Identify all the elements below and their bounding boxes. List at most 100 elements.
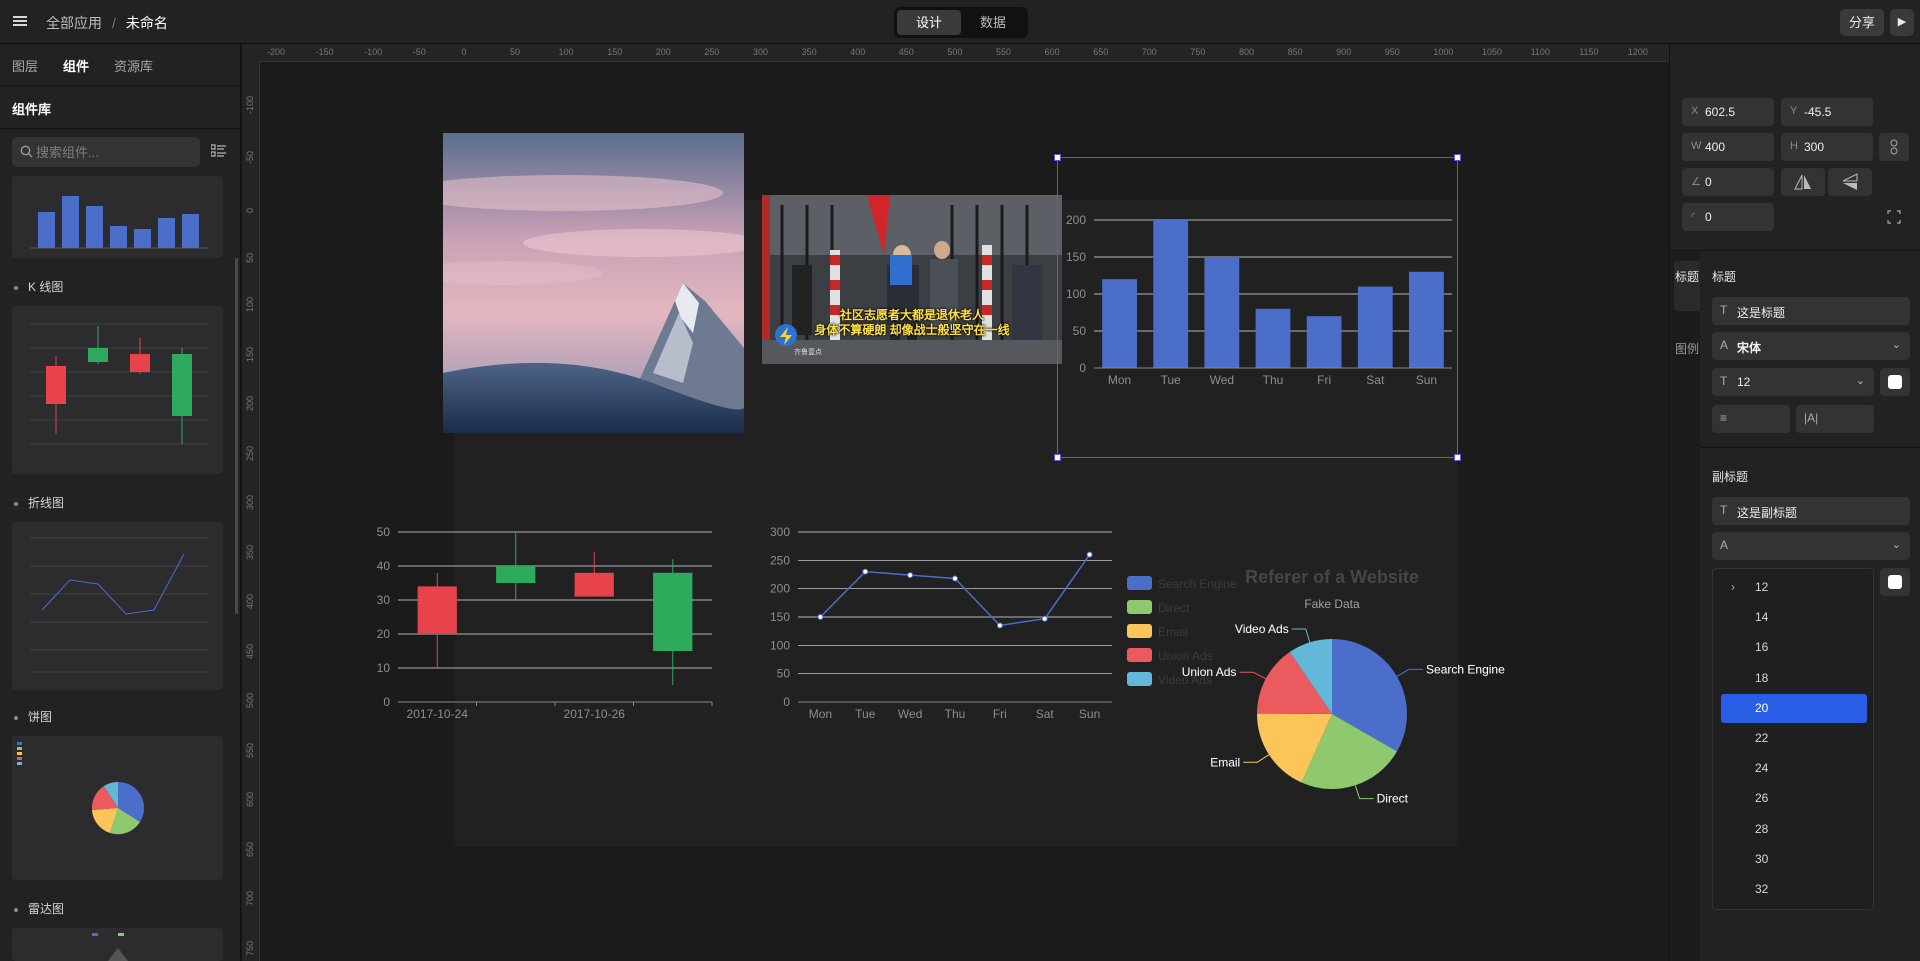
pie-chart[interactable]: Referer of a Website Fake Data Search Engi… [1122,504,1542,824]
ruler-left-label: 300 [245,494,255,510]
data-point [817,614,824,620]
font-size-option[interactable]: 14 [1721,603,1867,632]
letter-spacing-input[interactable]: |A| [1796,405,1874,433]
flip-horizontal-button[interactable] [1781,168,1825,196]
left-tabs: 图层 组件 资源库 [12,56,153,75]
resize-handle-bl[interactable] [1054,454,1061,461]
fullscreen-icon[interactable] [1879,203,1909,231]
ruler-top-label: 650 [1093,47,1109,57]
font-size-select[interactable]: T 12 ⌄ [1712,368,1874,396]
x-field[interactable]: X 602.5 [1682,98,1774,126]
h-field[interactable]: H 300 [1781,133,1873,161]
font-size-option[interactable]: 20 [1721,693,1867,723]
search-input[interactable] [36,142,194,162]
section-subtitle-heading: 副标题 [1712,470,1749,484]
subtitle-text-input[interactable]: T 这是副标题 [1712,497,1910,525]
font-size-option[interactable]: 32 [1721,875,1867,904]
radius-icon: ◜ [1691,211,1696,223]
ruler-left-label: 550 [245,742,255,758]
component-card-kline[interactable] [12,306,223,474]
y-tick-label: 250 [770,553,790,567]
component-card-pie[interactable] [12,736,223,880]
tab-layers[interactable]: 图层 [12,56,38,75]
mountain-photo[interactable] [443,133,744,433]
lock-ratio-icon[interactable] [1879,133,1909,161]
ruler-top-label: 1150 [1579,47,1599,57]
font-family-select[interactable]: A 宋体 ⌄ [1712,332,1910,360]
h-value[interactable]: 300 [1804,140,1824,154]
font-size-option[interactable]: 12 › [1721,573,1867,602]
play-icon[interactable]: ▶ [1890,9,1914,36]
radius-field[interactable]: ◜ 0 [1682,203,1774,231]
line-chart-thumbnail [30,537,208,673]
vtab-legend[interactable]: 图例 [1674,337,1700,377]
ruler-left-label: 100 [245,296,255,312]
news-photo[interactable]: 社区志愿者大都是退休老人 身体不算硬朗 却像战士般坚守在一线 齐鲁壹点 [762,195,1062,364]
list-view-icon[interactable] [211,144,227,158]
subtitle-font-select[interactable]: A ⌄ [1712,532,1910,560]
font-size-option[interactable]: 24 [1721,754,1867,783]
x-tick-label: Thu [945,707,966,721]
title-text-input[interactable]: T 这是标题 [1712,297,1910,325]
data-point [1041,615,1048,622]
rotation-field[interactable]: ∠ 0 [1682,168,1774,196]
ruler-horizontal[interactable]: -200 -150 -100 -50 0 50 100 150 200 250 300 350 400 4… [242,44,1669,62]
x-value[interactable]: 602.5 [1705,105,1735,119]
news-image-icon [762,195,1062,364]
line-chart[interactable]: 0 50 100 150 200 250 300 Mon Tue Wed Thu Fri Sat Sun [752,466,1162,731]
breadcrumb-current[interactable]: 未命名 [126,15,168,31]
data-point [907,572,914,579]
selection-box[interactable] [1054,154,1461,461]
tab-components[interactable]: 组件 [63,56,89,75]
rotation-value[interactable]: 0 [1705,175,1712,189]
tab-design[interactable]: 设计 [897,10,961,35]
font-size-option[interactable]: 18 [1721,664,1867,693]
y-field[interactable]: Y -45.5 [1781,98,1873,126]
menu-icon[interactable] [12,13,28,29]
y-value[interactable]: -45.5 [1804,105,1831,119]
rotation-icon: ∠ [1691,176,1701,188]
y-tick-label: 40 [377,559,391,573]
font-size-option[interactable]: 28 [1721,815,1867,844]
breadcrumb-root[interactable]: 全部应用 [46,15,102,31]
design-canvas[interactable]: -200 -150 -100 -50 0 50 100 150 200 250 300 350 400 4… [242,44,1669,961]
tab-assets[interactable]: 资源库 [114,56,153,75]
font-size-option[interactable]: 16 [1721,633,1867,662]
w-value[interactable]: 400 [1705,140,1725,154]
component-card-bar[interactable] [12,176,223,258]
top-bar: 全部应用 / 未命名 设计 数据 分享 ▶ [0,0,1920,44]
font-size-option[interactable]: 22 [1721,724,1867,753]
share-button[interactable]: 分享 [1840,9,1884,36]
subtitle-text-value[interactable]: 这是副标题 [1737,504,1797,521]
line-height-input[interactable]: ≡ [1712,405,1790,433]
vtab-title[interactable]: 标题 [1674,261,1700,311]
resize-handle-tl[interactable] [1054,154,1061,161]
ruler-top-label: 200 [655,47,671,57]
ruler-vertical[interactable]: -100 -50 0 50 100 150 200 250 300 350 400 450 500 550… [242,62,260,961]
component-card-line[interactable] [12,522,223,690]
tab-data[interactable]: 数据 [961,10,1025,35]
w-field[interactable]: W 400 [1682,133,1774,161]
font-size-option[interactable]: 30 [1721,845,1867,874]
ruler-top-label: 400 [850,47,866,57]
resize-handle-tr[interactable] [1454,154,1461,161]
scrollbar-thumb[interactable] [235,258,238,614]
resize-handle-br[interactable] [1454,454,1461,461]
ruler-left-label: 700 [245,890,255,906]
subtitle-color-swatch[interactable] [1880,568,1910,596]
radius-value[interactable]: 0 [1705,210,1712,224]
news-caption-line-2: 身体不算硬朗 却像战士般坚守在一线 [814,323,1010,337]
component-card-radar[interactable] [12,928,223,961]
title-color-swatch[interactable] [1880,368,1910,396]
left-panel: 图层 组件 资源库 组件库 K 线图 [0,44,241,961]
legend-swatch [1127,624,1152,638]
pie-slice-label: Direct [1377,792,1409,806]
title-text-value[interactable]: 这是标题 [1737,304,1785,321]
ruler-left-label: 200 [245,395,255,411]
pie-label-line [1291,628,1311,643]
kline-chart[interactable]: 0 10 20 30 40 50 2017-10-24 2017-10-26 [352,466,762,731]
pie-slice-label: Video Ads [1235,622,1289,636]
font-size-option[interactable]: 26 [1721,784,1867,813]
flip-vertical-button[interactable] [1828,168,1872,196]
section-line-label: 折线图 [28,496,65,510]
